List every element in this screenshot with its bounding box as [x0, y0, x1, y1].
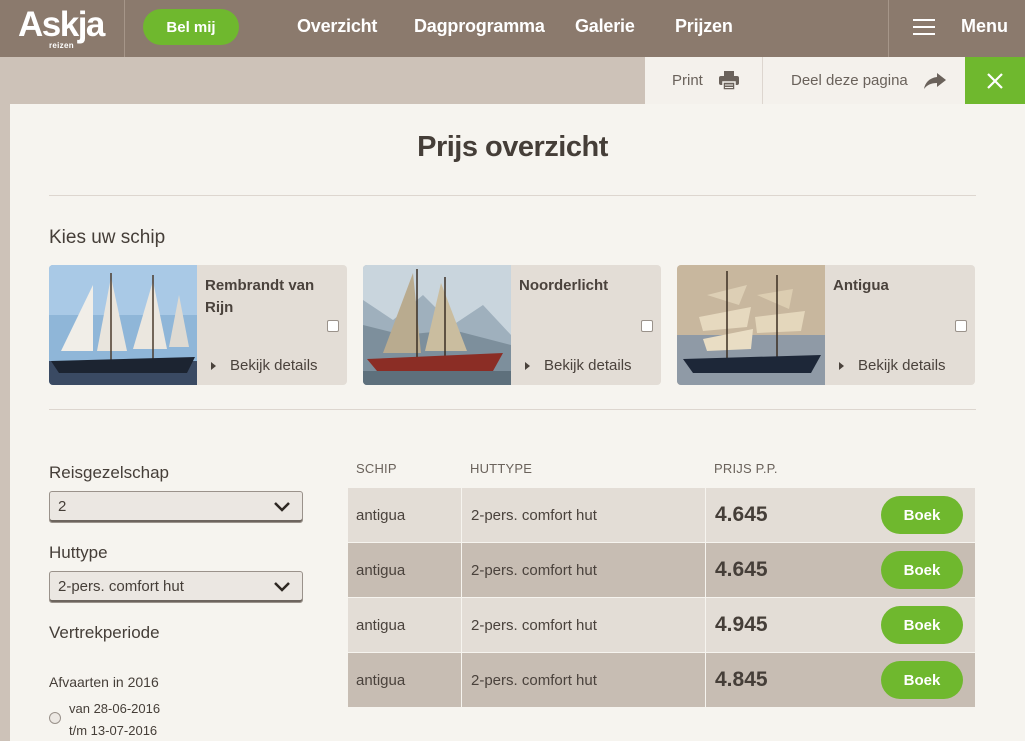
view-details-label: Bekijk details	[544, 357, 632, 374]
cabin-type-value: 2-pers. comfort hut	[58, 578, 184, 595]
table-row: antigua 2-pers. comfort hut 4.645 Boek	[348, 488, 975, 542]
cabin-type-label: Huttype	[49, 543, 108, 562]
table-row: antigua 2-pers. comfort hut 4.945 Boek	[348, 598, 975, 652]
nav-overzicht[interactable]: Overzicht	[297, 16, 377, 37]
ship-photo	[49, 265, 197, 385]
price-value: 4.645	[715, 558, 768, 581]
close-icon	[987, 72, 1003, 89]
column-header-price: PRIJS P.P.	[714, 461, 778, 476]
printer-icon	[718, 71, 739, 90]
price-value: 4.945	[715, 613, 768, 636]
view-details-link[interactable]: Bekijk details	[839, 357, 946, 374]
table-row: antigua 2-pers. comfort hut 4.645 Boek	[348, 543, 975, 597]
share-button[interactable]: Deel deze pagina	[764, 57, 964, 104]
chevron-down-icon	[274, 502, 290, 512]
cabin-cell: 2-pers. comfort hut	[463, 598, 706, 652]
cabin-cell: 2-pers. comfort hut	[463, 488, 706, 542]
ship-photo	[677, 265, 825, 385]
ship-cell: antigua	[348, 543, 462, 597]
nav-galerie[interactable]: Galerie	[575, 16, 635, 37]
chevron-down-icon	[274, 582, 290, 592]
logo-subtitle: reizen	[49, 41, 74, 50]
ship-name: Rembrandt van Rijn	[205, 277, 315, 316]
view-details-label: Bekijk details	[858, 357, 946, 374]
close-button[interactable]	[965, 57, 1025, 104]
page-title: Prijs overzicht	[417, 131, 608, 163]
top-navigation: Askja reizen Bel mij Overzicht Dagprogra…	[0, 0, 1025, 57]
divider	[888, 0, 889, 57]
departure-period-label: Vertrekperiode	[49, 623, 160, 642]
ship-cell: antigua	[348, 598, 462, 652]
book-button[interactable]: Boek	[881, 606, 963, 644]
price-overview-panel: Prijs overzicht Kies uw schip Rembrandt …	[10, 104, 1025, 741]
menu-button[interactable]: Menu	[961, 16, 1008, 37]
page-gutter	[0, 104, 10, 741]
ship-name: Antigua	[833, 277, 889, 294]
book-button[interactable]: Boek	[881, 551, 963, 589]
share-label: Deel deze pagina	[791, 72, 908, 89]
askja-logo[interactable]: Askja reizen	[18, 5, 110, 51]
cabin-type-select[interactable]: 2-pers. comfort hut	[49, 571, 303, 603]
nav-prijzen[interactable]: Prijzen	[675, 16, 733, 37]
nav-dagprogramma[interactable]: Dagprogramma	[414, 16, 545, 37]
divider	[124, 0, 125, 57]
ship-section-heading: Kies uw schip	[49, 227, 166, 248]
group-size-value: 2	[58, 498, 67, 515]
ship-photo	[363, 265, 511, 385]
ship-cell: antigua	[348, 488, 462, 542]
share-arrow-icon	[923, 72, 946, 89]
sailing-to-date: t/m 13-07-2016	[69, 723, 158, 738]
caret-right-icon	[211, 361, 216, 370]
book-button[interactable]: Boek	[881, 496, 963, 534]
hamburger-icon[interactable]	[913, 19, 935, 35]
caret-right-icon	[839, 361, 844, 370]
print-button[interactable]: Print	[645, 57, 763, 104]
group-size-label: Reisgezelschap	[49, 463, 170, 482]
price-value: 4.645	[715, 503, 768, 526]
page-actions: Print Deel deze pagina	[645, 57, 1025, 104]
print-label: Print	[672, 72, 703, 89]
ship-name: Noorderlicht	[519, 277, 609, 294]
sailings-year-label: Afvaarten in 2016	[49, 674, 159, 690]
column-header-cabin: HUTTYPE	[470, 461, 533, 476]
call-me-button[interactable]: Bel mij	[143, 9, 239, 45]
cabin-cell: 2-pers. comfort hut	[463, 543, 706, 597]
sailing-radio[interactable]	[49, 712, 61, 724]
price-value: 4.845	[715, 668, 768, 691]
ship-card-rembrandt[interactable]: Rembrandt van Rijn Bekijk details	[49, 265, 347, 385]
logo-wordmark: Askja	[18, 5, 105, 44]
view-details-label: Bekijk details	[230, 357, 318, 374]
divider	[49, 409, 976, 410]
sailing-from-date: van 28-06-2016	[69, 701, 161, 716]
book-button[interactable]: Boek	[881, 661, 963, 699]
view-details-link[interactable]: Bekijk details	[211, 357, 318, 374]
cabin-cell: 2-pers. comfort hut	[463, 653, 706, 707]
ship-card-noorderlicht[interactable]: Noorderlicht Bekijk details	[363, 265, 661, 385]
ship-cell: antigua	[348, 653, 462, 707]
divider	[49, 195, 976, 196]
column-header-ship: SCHIP	[356, 461, 397, 476]
group-size-select[interactable]: 2	[49, 491, 303, 523]
table-row: antigua 2-pers. comfort hut 4.845 Boek	[348, 653, 975, 707]
ship-select-checkbox[interactable]	[641, 320, 653, 332]
ship-card-antigua[interactable]: Antigua Bekijk details	[677, 265, 975, 385]
ship-select-checkbox[interactable]	[327, 320, 339, 332]
caret-right-icon	[525, 361, 530, 370]
ship-select-checkbox[interactable]	[955, 320, 967, 332]
view-details-link[interactable]: Bekijk details	[525, 357, 632, 374]
